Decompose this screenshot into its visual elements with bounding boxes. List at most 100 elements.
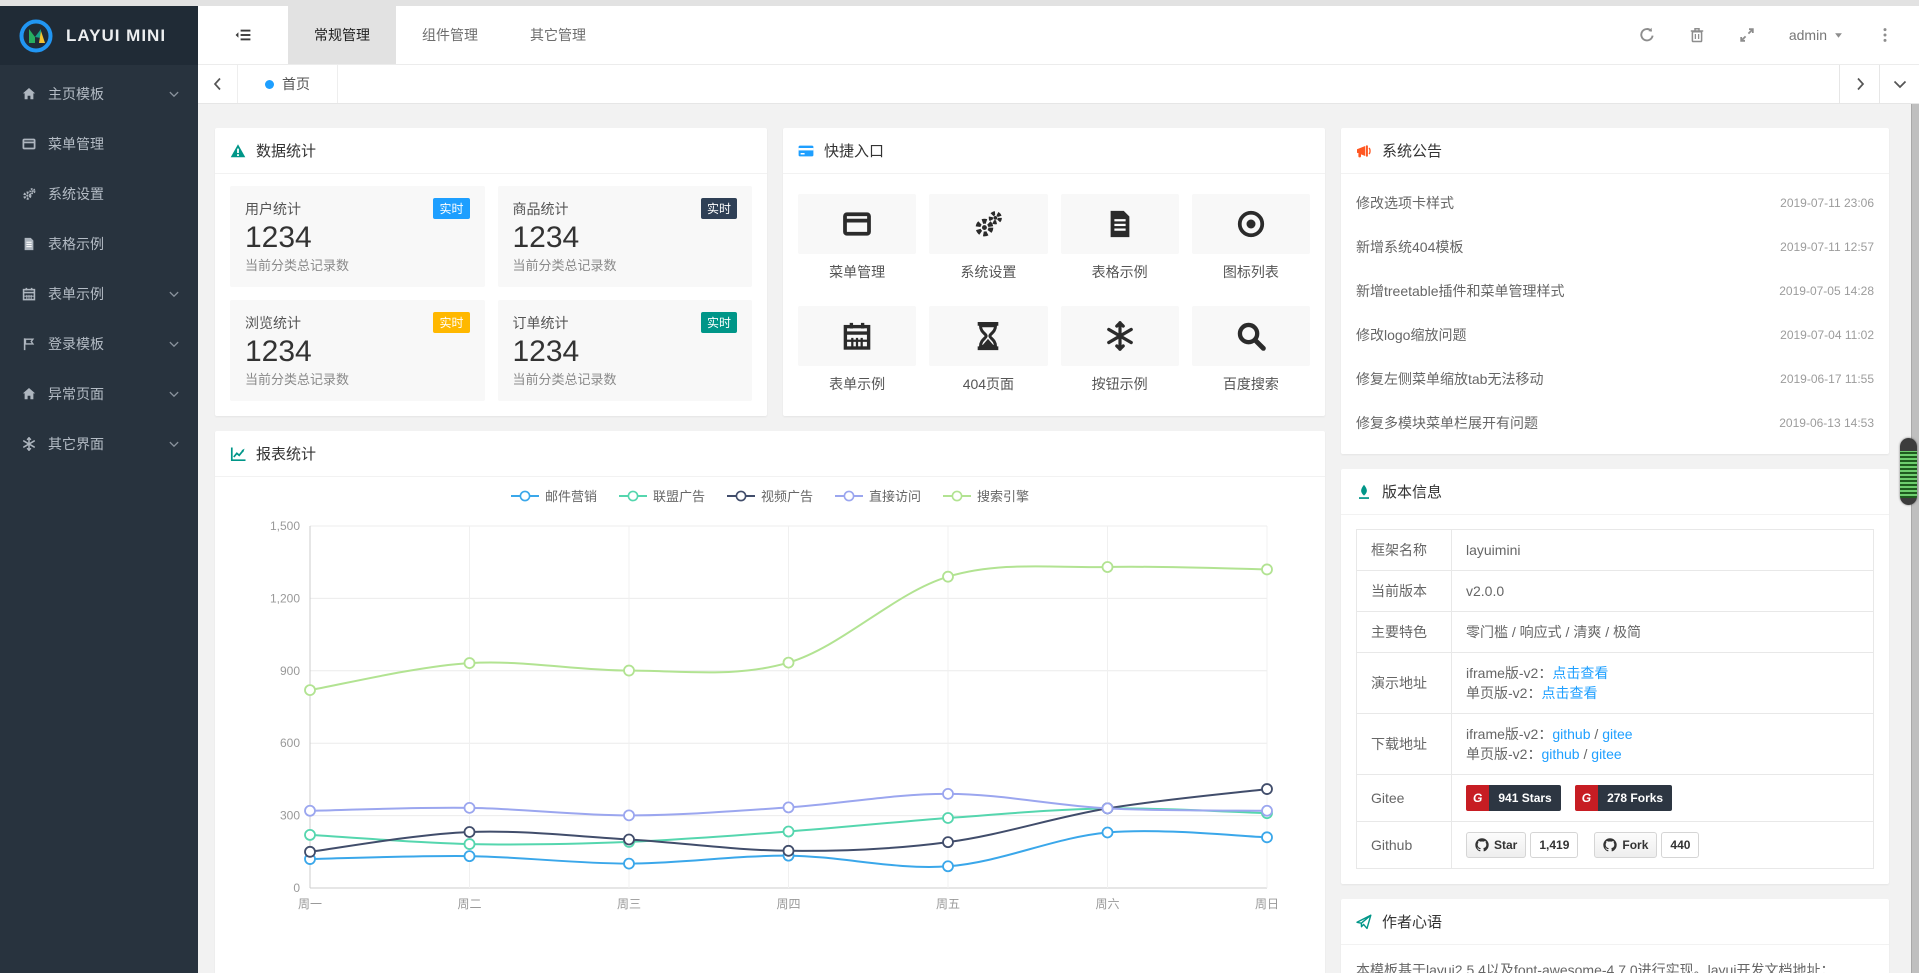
collapse-sidebar-icon[interactable] — [198, 6, 288, 64]
quick-entry[interactable]: 按钮示例 — [1061, 306, 1179, 394]
svg-text:周三: 周三 — [617, 897, 641, 911]
top-nav-tab-1[interactable]: 组件管理 — [396, 6, 504, 64]
gitee-badge[interactable]: G941 Stars — [1466, 785, 1561, 811]
app-logo[interactable]: LAYUI MINI — [0, 6, 198, 65]
sidebar-item-1[interactable]: 菜单管理 — [0, 119, 198, 169]
legend-marker — [835, 490, 863, 502]
tab-scroll-left-icon[interactable] — [198, 65, 238, 103]
top-nav-tab-0[interactable]: 常规管理 — [288, 6, 396, 64]
version-link[interactable]: 点击查看 — [1552, 665, 1608, 681]
active-tab-dot — [265, 80, 274, 89]
clear-cache-trash-icon[interactable] — [1689, 27, 1705, 43]
announcement-list: 修改选项卡样式2019-07-11 23:06新增系统404模板2019-07-… — [1341, 174, 1889, 454]
version-link[interactable]: gitee — [1591, 746, 1621, 762]
gitee-badge[interactable]: G278 Forks — [1575, 785, 1672, 811]
legend-item[interactable]: 邮件营销 — [511, 486, 597, 505]
quick-entry-label: 按钮示例 — [1061, 374, 1179, 394]
announcement-date: 2019-06-17 11:55 — [1770, 372, 1874, 386]
stat-label: 浏览统计 — [245, 313, 301, 333]
tab-scroll-right-icon[interactable] — [1839, 65, 1879, 103]
quick-entry-label: 404页面 — [929, 374, 1047, 394]
announcement-text: 新增treetable插件和菜单管理样式 — [1356, 281, 1564, 301]
legend-item[interactable]: 直接访问 — [835, 486, 921, 505]
fullscreen-icon[interactable] — [1739, 27, 1755, 43]
sidebar-item-2[interactable]: 系统设置 — [0, 169, 198, 219]
quick-entry[interactable]: 百度搜索 — [1192, 306, 1310, 394]
panel-announcements: 系统公告 修改选项卡样式2019-07-11 23:06新增系统404模板201… — [1341, 128, 1889, 454]
realtime-badge: 实时 — [433, 312, 469, 333]
github-button-group[interactable]: Star1,419 — [1466, 832, 1578, 858]
sidebar-item-7[interactable]: 其它界面 — [0, 419, 198, 469]
quick-entry-label: 菜单管理 — [798, 262, 916, 282]
svg-text:周六: 周六 — [1095, 897, 1119, 911]
stat-label: 订单统计 — [513, 313, 569, 333]
announcement-text: 修改选项卡样式 — [1356, 193, 1454, 213]
page-scrollbar-track[interactable] — [1911, 104, 1919, 973]
quick-entry-label: 系统设置 — [929, 262, 1047, 282]
legend-marker — [511, 490, 539, 502]
refresh-icon[interactable] — [1639, 27, 1655, 43]
quick-entry[interactable]: 404页面 — [929, 306, 1047, 394]
announcement-item[interactable]: 修改选项卡样式2019-07-11 23:06 — [1341, 181, 1889, 225]
sidebar-item-0[interactable]: 主页模板 — [0, 69, 198, 119]
search-icon — [1236, 321, 1266, 351]
quick-entry[interactable]: 图标列表 — [1192, 194, 1310, 282]
version-link[interactable]: github — [1541, 746, 1579, 762]
legend-item[interactable]: 联盟广告 — [619, 486, 705, 505]
github-mark-icon — [1475, 838, 1489, 852]
user-dropdown[interactable]: admin — [1789, 27, 1843, 43]
stat-card[interactable]: 浏览统计实时1234当前分类总记录数 — [230, 300, 485, 401]
version-row: Github Star1,419 Fork440 — [1357, 822, 1874, 869]
svg-text:1,200: 1,200 — [270, 591, 300, 605]
tab-home[interactable]: 首页 — [238, 65, 338, 103]
stat-label: 商品统计 — [513, 199, 569, 219]
github-button-group[interactable]: Fork440 — [1594, 832, 1699, 858]
sidebar-item-label: 表单示例 — [48, 284, 168, 304]
announcement-item[interactable]: 修改logo缩放问题2019-07-04 11:02 — [1341, 313, 1889, 357]
quick-entry[interactable]: 系统设置 — [929, 194, 1047, 282]
realtime-badge: 实时 — [433, 198, 469, 219]
announcement-item[interactable]: 修复多模块菜单栏展开有问题2019-06-13 14:53 — [1341, 401, 1889, 445]
github-count: 440 — [1661, 832, 1699, 858]
announcement-item[interactable]: 修复左侧菜单缩放tab无法移动2019-06-17 11:55 — [1341, 357, 1889, 401]
stat-card[interactable]: 用户统计实时1234当前分类总记录数 — [230, 186, 485, 287]
version-row: 主要特色零门槛 / 响应式 / 清爽 / 极简 — [1357, 612, 1874, 653]
legend-label: 邮件营销 — [545, 486, 597, 505]
sidebar-item-3[interactable]: 表格示例 — [0, 219, 198, 269]
version-link[interactable]: gitee — [1602, 726, 1632, 742]
version-link[interactable]: 点击查看 — [1541, 685, 1597, 701]
sidebar-item-5[interactable]: 登录模板 — [0, 319, 198, 369]
announcement-item[interactable]: 新增treetable插件和菜单管理样式2019-07-05 14:28 — [1341, 269, 1889, 313]
more-menu-kebab-icon[interactable] — [1877, 27, 1893, 43]
legend-item[interactable]: 搜索引擎 — [943, 486, 1029, 505]
announcement-item[interactable]: 新增系统404模板2019-07-11 12:57 — [1341, 225, 1889, 269]
home-icon — [22, 87, 44, 101]
gears-icon — [22, 187, 44, 201]
github-count: 1,419 — [1530, 832, 1578, 858]
version-row-label: Github — [1357, 822, 1452, 869]
svg-text:周二: 周二 — [457, 897, 481, 911]
legend-marker — [943, 490, 971, 502]
svg-text:周一: 周一 — [298, 897, 322, 911]
version-row: 当前版本v2.0.0 — [1357, 571, 1874, 612]
quick-entry[interactable]: 菜单管理 — [798, 194, 916, 282]
legend-label: 搜索引擎 — [977, 486, 1029, 505]
tab-operations-icon[interactable] — [1879, 65, 1919, 103]
sidebar-item-4[interactable]: 表单示例 — [0, 269, 198, 319]
page-scrollbar-thumb[interactable] — [1900, 438, 1917, 505]
legend-item[interactable]: 视频广告 — [727, 486, 813, 505]
stat-sublabel: 当前分类总记录数 — [513, 257, 738, 275]
stat-card[interactable]: 订单统计实时1234当前分类总记录数 — [498, 300, 753, 401]
quick-entry[interactable]: 表单示例 — [798, 306, 916, 394]
top-nav-tab-2[interactable]: 其它管理 — [504, 6, 612, 64]
quick-entry[interactable]: 表格示例 — [1061, 194, 1179, 282]
version-link[interactable]: github — [1552, 726, 1590, 742]
sidebar-item-6[interactable]: 异常页面 — [0, 369, 198, 419]
sidebar-item-label: 系统设置 — [48, 184, 180, 204]
sidebar-item-label: 表格示例 — [48, 234, 180, 254]
quick-entry-label: 百度搜索 — [1192, 374, 1310, 394]
version-row-label: 演示地址 — [1357, 653, 1452, 714]
announcement-date: 2019-06-13 14:53 — [1769, 416, 1874, 430]
legend-marker — [727, 490, 755, 502]
stat-card[interactable]: 商品统计实时1234当前分类总记录数 — [498, 186, 753, 287]
